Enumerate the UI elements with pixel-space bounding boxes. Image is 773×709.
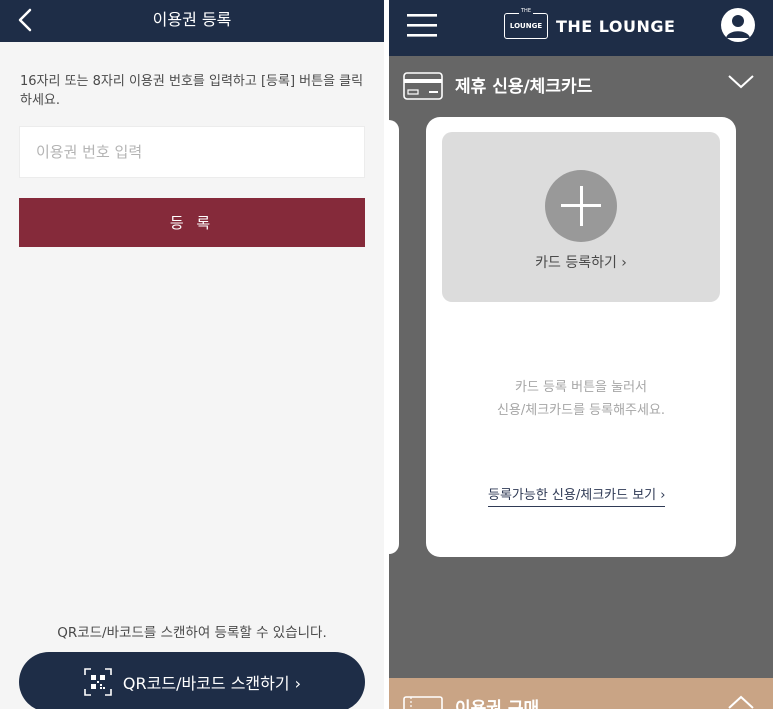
profile-icon (726, 15, 750, 38)
instruction-text: 16자리 또는 8자리 이용권 번호를 입력하고 [등록] 버튼을 클릭하세요. (20, 74, 364, 108)
voucher-register-screen: 이용권 등록 16자리 또는 8자리 이용권 번호를 입력하고 [등록] 버튼을… (0, 0, 384, 709)
card-panel: 카드 등록하기 › 카드 등록 버튼을 눌러서 신용/체크카드를 등록해주세요.… (426, 117, 736, 557)
right-header: THE LOUNGE THE LOUNGE (389, 0, 773, 56)
add-card-label: 카드 등록하기 › (535, 255, 627, 271)
credit-card-icon (403, 72, 443, 100)
previous-card-edge (389, 120, 399, 554)
hamburger-menu-icon (407, 14, 437, 37)
voucher-number-input[interactable] (19, 126, 365, 178)
voucher-purchase-section-header[interactable]: 이용권 구매 (389, 678, 773, 709)
logo-badge: THE LOUNGE (504, 8, 548, 39)
empty-message: 카드 등록 버튼을 눌러서 신용/체크카드를 등록해주세요. (426, 376, 736, 422)
the-lounge-logo: THE LOUNGE THE LOUNGE (504, 8, 676, 43)
qr-hint-text: QR코드/바코드를 스캔하여 등록할 수 있습니다. (57, 625, 327, 641)
logo-badge-text: LOUNGE (509, 22, 543, 30)
qr-scan-button-label: QR코드/바코드 스캔하기 › (122, 674, 302, 693)
empty-message-line-2: 신용/체크카드를 등록해주세요. (496, 403, 666, 418)
available-cards-link[interactable]: 등록가능한 신용/체크카드 보기 › (488, 484, 666, 507)
plus-icon (545, 170, 617, 242)
hamburger-menu-button[interactable] (407, 12, 439, 40)
chevron-up-icon (728, 695, 754, 709)
empty-message-line-1: 카드 등록 버튼을 눌러서 (515, 380, 647, 395)
lounge-card-screen: THE LOUNGE THE LOUNGE 제휴 신용/체크카드 카드 등록하기… (389, 0, 773, 709)
section-title: 제휴 신용/체크카드 (455, 77, 593, 97)
page-title: 이용권 등록 (152, 10, 232, 29)
chevron-down-icon (728, 75, 754, 89)
ticket-icon (403, 696, 443, 709)
profile-button[interactable] (721, 8, 755, 42)
add-card-button[interactable]: 카드 등록하기 › (442, 132, 720, 302)
left-header: 이용권 등록 (0, 0, 384, 42)
qr-scan-icon (84, 668, 112, 696)
partner-card-section-header[interactable]: 제휴 신용/체크카드 (389, 56, 773, 114)
logo-text: THE LOUNGE (556, 16, 676, 36)
bottom-section-title: 이용권 구매 (455, 699, 540, 709)
register-button[interactable]: 등 록 (19, 198, 365, 247)
qr-scan-button[interactable]: QR코드/바코드 스캔하기 › (19, 652, 365, 709)
logo-badge-small-text: THE (519, 8, 533, 14)
